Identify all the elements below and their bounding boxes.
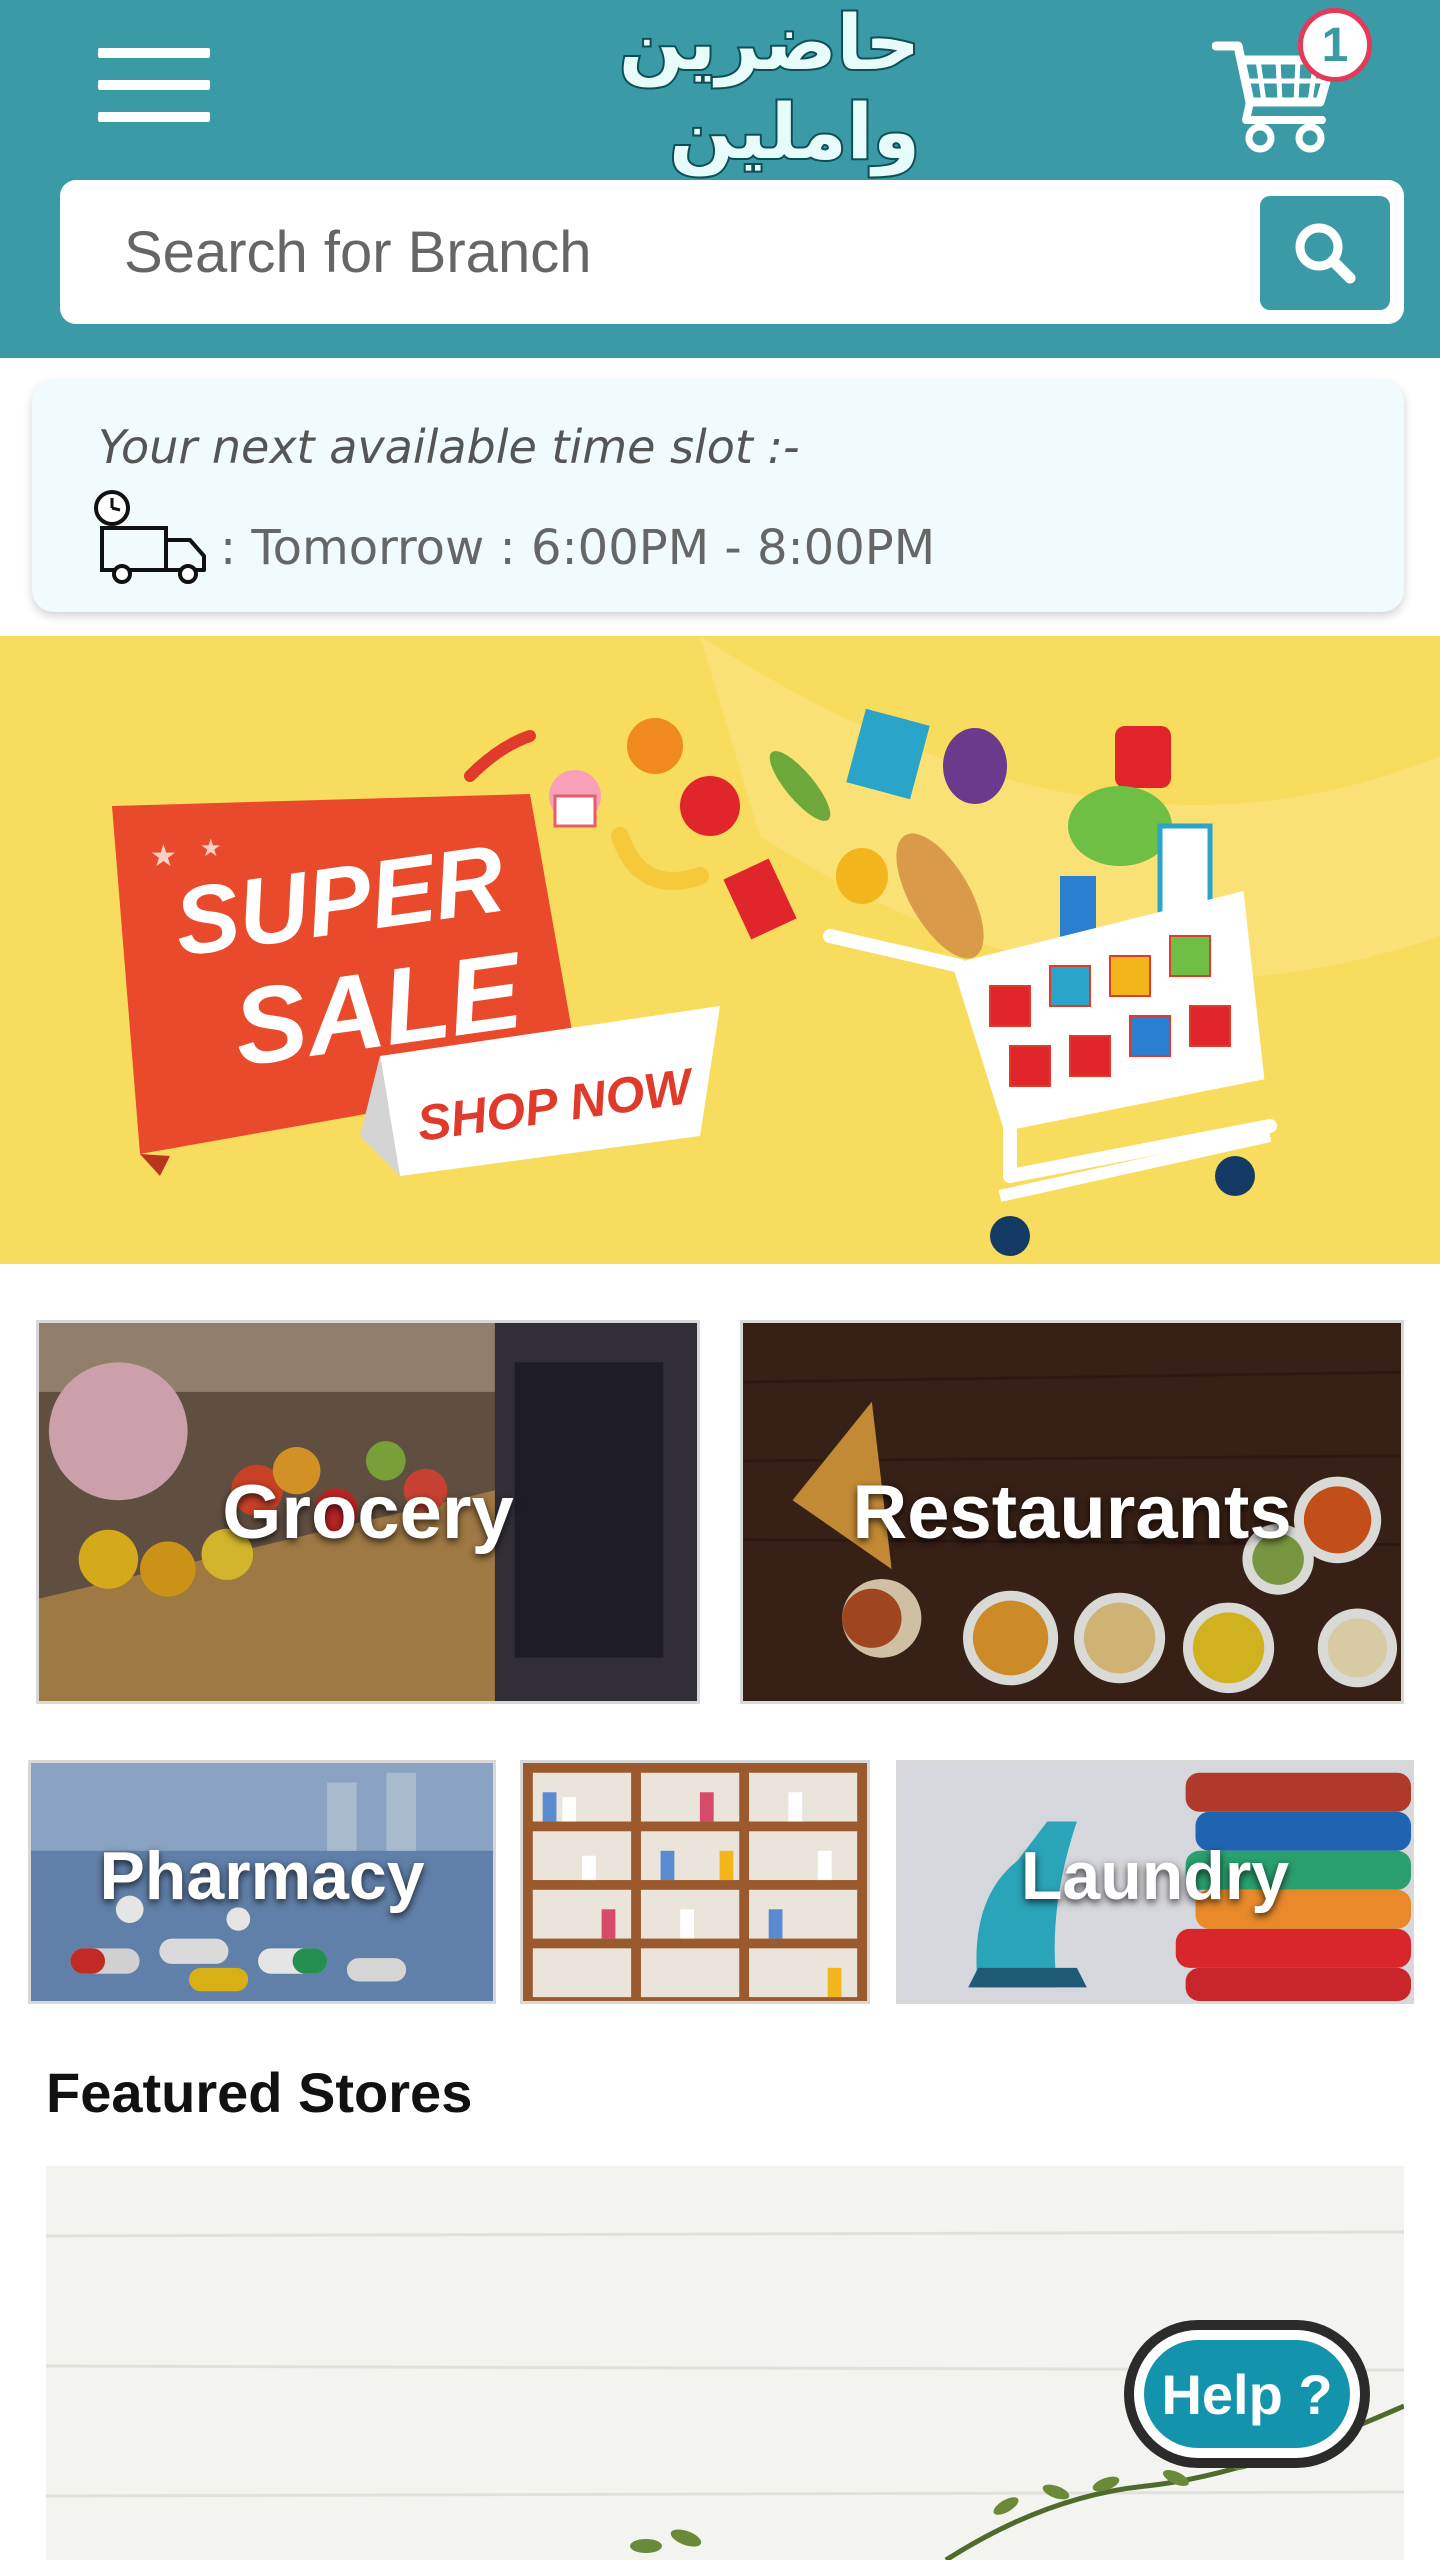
delivery-truck-clock-icon — [94, 490, 206, 584]
category-pharmacy-shelves[interactable] — [520, 1760, 870, 2004]
category-restaurants-label: Restaurants — [852, 1470, 1292, 1555]
category-pharmacy[interactable]: Pharmacy — [28, 1760, 496, 2004]
help-button[interactable]: Help ? — [1124, 2320, 1370, 2468]
category-laundry[interactable]: Laundry — [896, 1760, 1414, 2004]
help-button-label: Help ? — [1144, 2340, 1350, 2448]
header-bar: حاضرين واملين 1 — [0, 0, 1440, 358]
svg-text:★: ★ — [150, 840, 177, 873]
super-sale-banner[interactable]: SUPER SALE SHOP NOW ★ ★ — [0, 636, 1440, 1264]
category-grocery[interactable]: Grocery — [36, 1320, 700, 1704]
time-slot-title: Your next available time slot :- — [98, 420, 800, 474]
time-slot-value: : Tomorrow : 6:00PM - 8:00PM — [220, 520, 936, 576]
time-slot-card: Your next available time slot :- : Tomor… — [32, 380, 1404, 612]
featured-stores-heading: Featured Stores — [46, 2061, 473, 2124]
cart-count-badge: 1 — [1298, 8, 1372, 82]
svg-text:★: ★ — [200, 835, 222, 862]
category-grocery-label: Grocery — [222, 1470, 514, 1555]
search-button[interactable] — [1260, 196, 1390, 310]
category-pharmacy-label: Pharmacy — [99, 1838, 425, 1914]
category-laundry-label: Laundry — [1020, 1838, 1290, 1914]
search-bar — [60, 180, 1404, 324]
category-restaurants[interactable]: Restaurants — [740, 1320, 1404, 1704]
app-screen: حاضرين واملين 1 Search for Branch Your n… — [0, 0, 1440, 2560]
search-icon — [1295, 223, 1356, 284]
search-input[interactable] — [60, 180, 1240, 324]
app-logo[interactable]: حاضرين واملين — [520, 0, 920, 178]
hamburger-menu-icon[interactable] — [98, 48, 210, 122]
